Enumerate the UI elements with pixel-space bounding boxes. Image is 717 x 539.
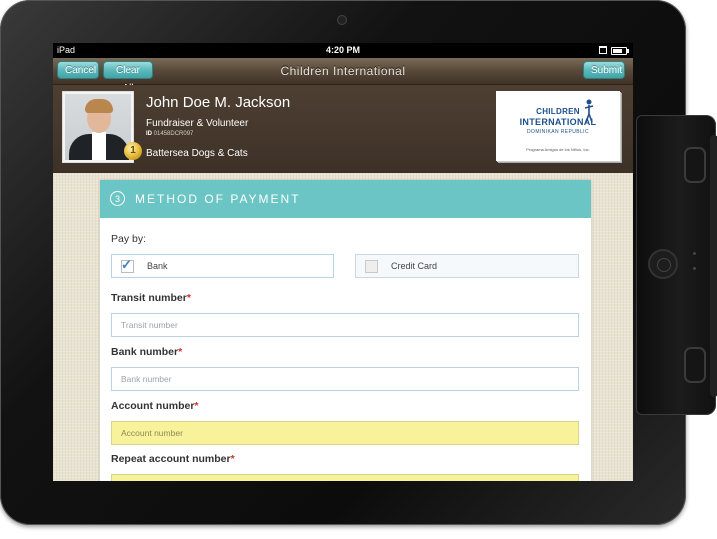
- profile-header: John Doe M. Jackson Fundraiser & Volunte…: [53, 85, 633, 173]
- ipad-frame: iPad 4:20 PM Cancel Clear All Children I…: [0, 0, 686, 525]
- bank-checkbox[interactable]: ✓: [121, 257, 134, 273]
- content-area: 3 METHOD OF PAYMENT Pay by: ✓ Bank Credi…: [53, 173, 633, 481]
- repeat-account-number-label: Repeat account number*: [111, 453, 235, 465]
- profile-id: ID 01458DCR097: [146, 131, 194, 137]
- profile-role: Fundraiser & Volunteer: [146, 118, 249, 129]
- credit-card-option[interactable]: Credit Card: [355, 254, 579, 278]
- pay-by-label: Pay by:: [111, 233, 147, 245]
- panel-header: 3 METHOD OF PAYMENT: [100, 180, 591, 218]
- transit-number-label: Transit number*: [111, 292, 191, 304]
- bank-number-input[interactable]: Bank number: [111, 367, 579, 391]
- status-bar: iPad 4:20 PM: [53, 43, 633, 58]
- payment-panel: 3 METHOD OF PAYMENT Pay by: ✓ Bank Credi…: [100, 180, 591, 481]
- panel-title: METHOD OF PAYMENT: [135, 192, 301, 206]
- battery-icon: [611, 47, 629, 55]
- account-number-label: Account number*: [111, 400, 199, 412]
- check-icon: ✓: [121, 257, 132, 272]
- transit-number-input[interactable]: Transit number: [111, 313, 579, 337]
- reader-button[interactable]: [648, 249, 678, 279]
- nav-title: Children International: [280, 64, 406, 78]
- bank-option[interactable]: ✓ Bank: [111, 254, 334, 278]
- status-time: 4:20 PM: [325, 45, 360, 55]
- credit-card-option-label: Credit Card: [391, 261, 438, 271]
- bank-number-label: Bank number*: [111, 346, 183, 358]
- nav-bar: Cancel Clear All Children International …: [53, 58, 633, 94]
- submit-button[interactable]: Submit: [583, 61, 625, 79]
- rotation-lock-icon: [599, 46, 607, 54]
- app-screen: iPad 4:20 PM Cancel Clear All Children I…: [53, 43, 633, 481]
- credit-card-checkbox[interactable]: [365, 260, 378, 273]
- reader-slot-bottom: [684, 347, 706, 383]
- reader-slot-top: [684, 147, 706, 183]
- bank-option-label: Bank: [147, 261, 168, 271]
- step-number: 3: [110, 191, 125, 206]
- account-number-input[interactable]: Account number: [111, 421, 579, 445]
- profile-organization: Battersea Dogs & Cats: [146, 148, 248, 159]
- repeat-account-number-input[interactable]: [111, 474, 579, 481]
- profile-name: John Doe M. Jackson: [146, 94, 291, 111]
- camera: [338, 16, 346, 24]
- medal-badge: 1: [124, 142, 142, 160]
- card-reader: [636, 115, 717, 415]
- organization-logo: CHILDREN INTERNATIONAL DOMINIKAN REPUBLI…: [496, 91, 620, 161]
